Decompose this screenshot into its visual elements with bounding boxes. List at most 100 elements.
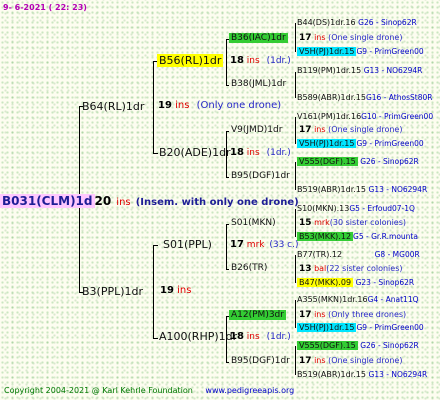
gen4-location: G10 - PrimGreen00 — [361, 112, 434, 121]
sire-generation: 19 — [158, 100, 172, 111]
gen4-queen[interactable]: B119(PM)1dr.15 G13 - NO6294R — [297, 67, 422, 75]
gen2-insem-note: (1dr.) — [266, 332, 291, 342]
gen4-queen[interactable]: A355(MKN)1dr.16G4 - Anat11Q — [297, 296, 419, 304]
connector-line — [153, 153, 158, 154]
gen3-insem-type: ins — [314, 356, 326, 365]
gen3-queen[interactable]: B26(TR) — [231, 264, 267, 273]
gen2-generation: 18 — [230, 55, 244, 66]
gen4-queen-label[interactable]: V555(DGF).15 — [297, 341, 358, 350]
gen4-queen[interactable]: S10(MKN).13G5 - Erfoud07-1Q — [297, 205, 415, 213]
gen4-location: G9 - PrimGreen00 — [356, 47, 424, 56]
gen4-queen-label[interactable]: B519(ABR)1dr.15 — [297, 370, 366, 379]
gen4-queen-label[interactable]: B53(MKK).12 — [297, 232, 354, 241]
gen4-queen-label[interactable]: B47(MKK).09 — [297, 278, 354, 287]
gen4-location: G13 - NO6294R — [368, 370, 428, 379]
gen4-queen-label[interactable]: V555(DGF).15 — [297, 157, 358, 166]
gen3-generation: 15 — [299, 218, 312, 228]
gen4-location: G9 - PrimGreen00 — [356, 139, 424, 148]
dam-label[interactable]: B3(PPL)1dr — [82, 286, 143, 297]
pedigree-chart: 9- 6-2021 ( 22: 23) B031(CLM)1d 20 ins (I… — [0, 0, 440, 400]
gen4-queen-label[interactable]: B589(ABR)1dr.15 — [297, 93, 366, 102]
gen4-queen[interactable]: B53(MKK).12 G5 - Gr.R.mounta — [297, 232, 418, 241]
gen3-generation: 17 — [299, 310, 312, 320]
gen4-queen-label[interactable]: A355(MKN)1dr.16 — [297, 295, 368, 304]
connector-line — [226, 177, 229, 178]
connector-line — [226, 131, 229, 132]
gen4-queen-label[interactable]: B77(TR).12 — [297, 250, 342, 259]
gen3-insem-type: ins — [314, 33, 326, 42]
gen4-queen-label[interactable]: V5H(PJ)1dr.15 — [297, 323, 357, 332]
connector-line — [295, 117, 296, 144]
root-generation: 20 — [94, 194, 112, 208]
gen4-location: G26 - Sinop62R — [360, 157, 419, 166]
gen2-queen[interactable]: B20(ADE)1dr — [159, 147, 231, 158]
gen2-queen-label[interactable]: B56(RL)1dr — [157, 54, 224, 67]
gen4-queen[interactable]: V5H(PJ)1dr.15 G9 - PrimGreen00 — [297, 139, 424, 148]
gen3-insem-note: (One single drone) — [328, 33, 403, 42]
gen4-queen[interactable]: B77(TR).12 G8 - MG00R — [297, 251, 420, 259]
gen4-location: G5 - Erfoud07-1Q — [349, 204, 415, 213]
dam-generation: 19 — [160, 285, 174, 296]
connector-line — [226, 362, 229, 363]
gen4-queen[interactable]: V5H(PJ)1dr.15 G9 - PrimGreen00 — [297, 47, 424, 56]
gen4-queen[interactable]: V555(DGF).15 G26 - Sinop62R — [297, 157, 419, 166]
gen2-info: 18 ins (1dr.) — [230, 332, 291, 342]
gen3-queen[interactable]: A12(PM)3dr — [229, 310, 286, 320]
gen2-queen[interactable]: S01(PPL) — [163, 239, 212, 250]
gen2-insem-note: (1dr.) — [266, 56, 291, 66]
gen3-insem-type: ins — [314, 310, 326, 319]
gen4-queen[interactable]: V5H(PJ)1dr.15 G9 - PrimGreen00 — [297, 323, 424, 332]
gen3-queen[interactable]: B95(DGF)1dr — [231, 172, 290, 181]
gen2-insem-type: ins — [246, 56, 260, 66]
connector-line — [295, 255, 296, 283]
gen3-info: 17 ins (Only three drones) — [299, 311, 406, 320]
gen4-queen[interactable]: B44(DS)1dr.16 G26 - Sinop62R — [297, 19, 417, 27]
gen3-queen-label[interactable]: B36(IAC)1dr — [229, 33, 288, 43]
connector-line — [295, 346, 296, 375]
connector-line — [295, 300, 296, 328]
connector-line — [153, 61, 154, 153]
gen4-queen-label[interactable]: V161(PM)1dr.16 — [297, 112, 361, 121]
gen2-info: 18 ins (1dr.) — [230, 148, 291, 158]
gen2-insem-note: (33 c.) — [269, 240, 299, 250]
gen3-queen-label[interactable]: A12(PM)3dr — [229, 310, 286, 320]
sire-label[interactable]: B64(RL)1dr — [82, 101, 144, 112]
gen3-queen[interactable]: S01(MKN) — [231, 219, 276, 228]
gen4-location: G9 - PrimGreen00 — [356, 323, 424, 332]
connector-line — [226, 85, 229, 86]
gen4-queen-label[interactable]: B119(PM)1dr.15 — [297, 66, 361, 75]
gen3-queen[interactable]: B36(IAC)1dr — [229, 33, 288, 43]
copyright-footer: Copyright 2004-2021 @ Karl Kehrle Founda… — [4, 387, 294, 395]
gen3-info: 17 ins (One single drone) — [299, 357, 402, 366]
gen4-location: G26 - Sinop62R — [360, 341, 419, 350]
gen3-queen[interactable]: B38(JML)1dr — [231, 80, 286, 89]
gen4-queen-label[interactable]: V5H(PJ)1dr.15 — [297, 139, 357, 148]
gen4-queen[interactable]: V161(PM)1dr.16G10 - PrimGreen00 — [297, 113, 433, 121]
gen4-queen[interactable]: B589(ABR)1dr.15G16 - AthosSt80R — [297, 94, 432, 102]
gen3-queen[interactable]: V9(JMD)1dr — [231, 126, 282, 135]
gen4-queen-label[interactable]: S10(MKN).13 — [297, 204, 349, 213]
gen4-queen-label[interactable]: V5H(PJ)1dr.15 — [297, 47, 357, 56]
gen4-queen[interactable]: B519(ABR)1dr.15 G13 - NO6294R — [297, 371, 427, 379]
gen2-queen[interactable]: A100(RHP)1dr — [159, 331, 237, 342]
root-queen-label[interactable]: B031(CLM)1d — [0, 194, 95, 208]
root-queen[interactable]: B031(CLM)1d 20 ins (Insem. with only one … — [0, 192, 299, 208]
gen4-queen-label[interactable]: B519(ABR)1dr.15 — [297, 185, 366, 194]
connector-line — [153, 338, 158, 339]
gen3-info: 17 ins (One single drone) — [299, 126, 402, 135]
connector-line — [226, 269, 229, 270]
gen2-insem-note: (1dr.) — [266, 148, 291, 158]
connector-line — [226, 39, 227, 85]
gen4-queen[interactable]: V555(DGF).15 G26 - Sinop62R — [297, 341, 419, 350]
gen3-generation: 17 — [299, 33, 312, 43]
gen4-queen[interactable]: B519(ABR)1dr.15 G13 - NO6294R — [297, 186, 427, 194]
gen3-insem-note: (30 sister colonies) — [329, 218, 407, 227]
date-stamp: 9- 6-2021 ( 22: 23) — [3, 3, 87, 12]
gen4-queen[interactable]: B47(MKK).09 G23 - Sinop62R — [297, 278, 414, 287]
site-link[interactable]: www.pedigreeapis.org — [195, 386, 294, 395]
gen4-queen-label[interactable]: B44(DS)1dr.16 — [297, 18, 356, 27]
gen2-queen[interactable]: B56(RL)1dr — [157, 54, 224, 67]
gen3-generation: 13 — [299, 264, 312, 274]
gen3-queen[interactable]: B95(DGF)1dr — [231, 357, 290, 366]
connector-line — [153, 245, 154, 338]
